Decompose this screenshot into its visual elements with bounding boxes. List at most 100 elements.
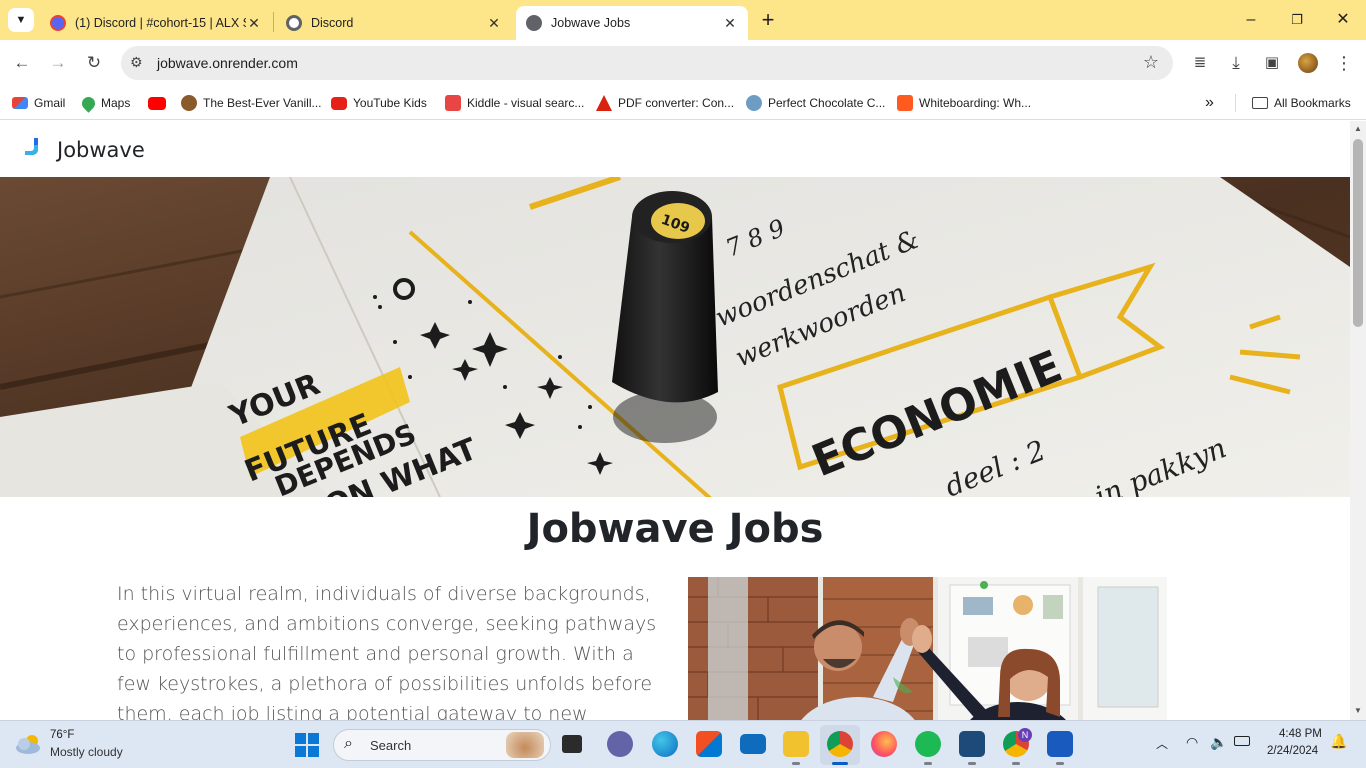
team-high-five-photo bbox=[688, 577, 1167, 720]
bookmark-gmail[interactable]: Gmail bbox=[12, 92, 65, 114]
weather-temperature: 76°F bbox=[50, 729, 75, 741]
globe-icon bbox=[526, 15, 542, 31]
bookmark-label: Perfect Chocolate C... bbox=[768, 96, 886, 110]
start-button[interactable] bbox=[295, 733, 319, 757]
task-view-icon[interactable] bbox=[562, 735, 582, 753]
side-panel-icon[interactable]: ▣ bbox=[1259, 50, 1285, 76]
bookmark-label: All Bookmarks bbox=[1274, 96, 1351, 110]
window-close-icon[interactable]: ✕ bbox=[1331, 8, 1355, 32]
bookmark-whiteboarding[interactable]: Whiteboarding: Wh... bbox=[897, 92, 1031, 114]
discord-icon bbox=[286, 15, 302, 31]
tab-title: Discord bbox=[311, 16, 354, 30]
back-arrow-icon[interactable]: ← bbox=[9, 50, 35, 76]
folder-icon bbox=[1252, 97, 1268, 109]
teams-chat-icon[interactable] bbox=[607, 731, 633, 757]
bookmark-youtube-kids[interactable]: YouTube Kids bbox=[331, 92, 427, 114]
bookmark-label: Gmail bbox=[34, 96, 66, 110]
close-icon[interactable]: ✕ bbox=[486, 15, 502, 32]
discord-icon bbox=[50, 15, 66, 31]
search-icon: ⌕ bbox=[344, 735, 353, 752]
bell-icon[interactable]: 🔔 bbox=[1330, 733, 1347, 750]
vscode-icon[interactable] bbox=[959, 731, 985, 757]
clock-date[interactable]: 2/24/2024 bbox=[1267, 745, 1318, 757]
tab-search-button[interactable]: ▼ bbox=[8, 8, 34, 32]
cloud-icon bbox=[16, 735, 40, 754]
web-page: Jobwave YOUR FUTURE DEPENDS ON WHAT ECON… bbox=[0, 121, 1350, 720]
bookmarks-bar: Gmail Maps The Best-Ever Vanill... YouTu… bbox=[0, 86, 1366, 120]
bookmark-vanilla[interactable]: The Best-Ever Vanill... bbox=[181, 92, 322, 114]
recipe-icon bbox=[181, 95, 197, 111]
spotify-icon[interactable] bbox=[915, 731, 941, 757]
taskbar-search-box[interactable]: ⌕ Search bbox=[333, 729, 551, 761]
tab-discord[interactable]: Discord ✕ bbox=[276, 6, 512, 40]
profile-avatar[interactable] bbox=[1298, 53, 1318, 73]
page-title: Jobwave Jobs bbox=[526, 506, 824, 552]
browser-toolbar: ← → ↻ ⚙ jobwave.onrender.com ☆ ≣ ⤓ ▣ ⋮ bbox=[0, 40, 1366, 86]
maps-icon bbox=[79, 93, 98, 113]
bookmark-label: Whiteboarding: Wh... bbox=[919, 96, 1032, 110]
reload-icon[interactable]: ↻ bbox=[81, 50, 107, 76]
star-icon[interactable]: ☆ bbox=[1143, 52, 1159, 73]
address-text: jobwave.onrender.com bbox=[157, 55, 298, 71]
notification-badge: N bbox=[1018, 728, 1032, 742]
bookmark-chocolate[interactable]: Perfect Chocolate C... bbox=[746, 92, 885, 114]
search-highlight-image bbox=[506, 732, 544, 758]
bookmark-pdf-converter[interactable]: PDF converter: Con... bbox=[596, 92, 734, 114]
youtube-kids-icon bbox=[331, 96, 347, 110]
file-explorer-icon[interactable] bbox=[783, 731, 809, 757]
search-placeholder: Search bbox=[370, 738, 412, 753]
weather-description: Mostly cloudy bbox=[50, 745, 123, 759]
microsoft-store-icon[interactable] bbox=[696, 731, 722, 757]
hero-image: YOUR FUTURE DEPENDS ON WHAT ECONOMIE woo… bbox=[0, 177, 1350, 497]
download-icon[interactable]: ⤓ bbox=[1223, 50, 1249, 76]
pdf-icon bbox=[596, 95, 612, 111]
mail-icon[interactable] bbox=[740, 734, 766, 754]
chevron-up-icon[interactable]: ︿ bbox=[1156, 735, 1168, 752]
bookmark-label: Maps bbox=[101, 96, 131, 110]
word-icon[interactable] bbox=[1047, 731, 1073, 757]
bookmark-youtube[interactable] bbox=[148, 92, 172, 114]
jobwave-logo[interactable] bbox=[22, 137, 42, 157]
all-bookmarks-button[interactable]: All Bookmarks bbox=[1252, 92, 1351, 114]
volume-icon[interactable]: 🔈 bbox=[1210, 734, 1227, 751]
hubspot-icon bbox=[897, 95, 913, 111]
bookmark-maps[interactable]: Maps bbox=[79, 92, 131, 114]
forward-arrow-icon[interactable]: → bbox=[45, 50, 71, 76]
address-bar[interactable]: ⚙ jobwave.onrender.com ☆ bbox=[121, 46, 1173, 80]
brand-name[interactable]: Jobwave bbox=[57, 138, 145, 162]
new-tab-button[interactable]: + bbox=[757, 8, 779, 32]
bookmark-kiddle[interactable]: Kiddle - visual searc... bbox=[445, 92, 584, 114]
page-scrollbar[interactable]: ▲ ▼ bbox=[1350, 121, 1366, 720]
tab-title: (1) Discord | #cohort-15 | ALX S bbox=[75, 16, 246, 30]
bookmark-label: YouTube Kids bbox=[353, 96, 427, 110]
windows-taskbar: 76°F Mostly cloudy ⌕ Search N ︿ ◠ 🔈 4:48… bbox=[0, 720, 1366, 768]
chrome-icon[interactable] bbox=[827, 731, 853, 757]
bookmarks-overflow-button[interactable]: » bbox=[1205, 92, 1214, 114]
chocolate-icon bbox=[746, 95, 762, 111]
close-icon[interactable]: ✕ bbox=[722, 15, 738, 32]
bookmark-label: Kiddle - visual searc... bbox=[467, 96, 585, 110]
bookmark-label: The Best-Ever Vanill... bbox=[203, 96, 322, 110]
tab-discord-cohort[interactable]: (1) Discord | #cohort-15 | ALX S ✕ bbox=[40, 6, 272, 40]
more-menu-icon[interactable]: ⋮ bbox=[1331, 50, 1357, 76]
intro-paragraph: In this virtual realm, individuals of di… bbox=[117, 583, 657, 720]
tab-jobwave-jobs[interactable]: Jobwave Jobs ✕ bbox=[516, 6, 748, 40]
media-queue-icon[interactable]: ≣ bbox=[1187, 50, 1213, 76]
close-icon[interactable]: ✕ bbox=[246, 15, 262, 32]
site-info-icon[interactable]: ⚙ bbox=[130, 54, 143, 71]
clock-time[interactable]: 4:48 PM bbox=[1279, 728, 1322, 740]
restore-icon[interactable]: ❐ bbox=[1285, 8, 1309, 32]
weather-widget[interactable]: 76°F Mostly cloudy bbox=[14, 728, 154, 762]
kiddle-icon bbox=[445, 95, 461, 111]
site-navbar: Jobwave bbox=[0, 121, 1350, 177]
tab-strip: ▼ (1) Discord | #cohort-15 | ALX S ✕ Dis… bbox=[0, 0, 1366, 40]
firefox-icon[interactable] bbox=[871, 731, 897, 757]
tab-title: Jobwave Jobs bbox=[551, 16, 631, 30]
minimize-icon[interactable]: – bbox=[1239, 8, 1263, 32]
scrollbar-thumb[interactable] bbox=[1353, 139, 1363, 327]
edge-icon[interactable] bbox=[652, 731, 678, 757]
wifi-icon[interactable]: ◠ bbox=[1186, 734, 1198, 751]
battery-icon[interactable] bbox=[1234, 736, 1250, 746]
youtube-icon bbox=[148, 96, 166, 110]
bookmark-label: PDF converter: Con... bbox=[618, 96, 735, 110]
